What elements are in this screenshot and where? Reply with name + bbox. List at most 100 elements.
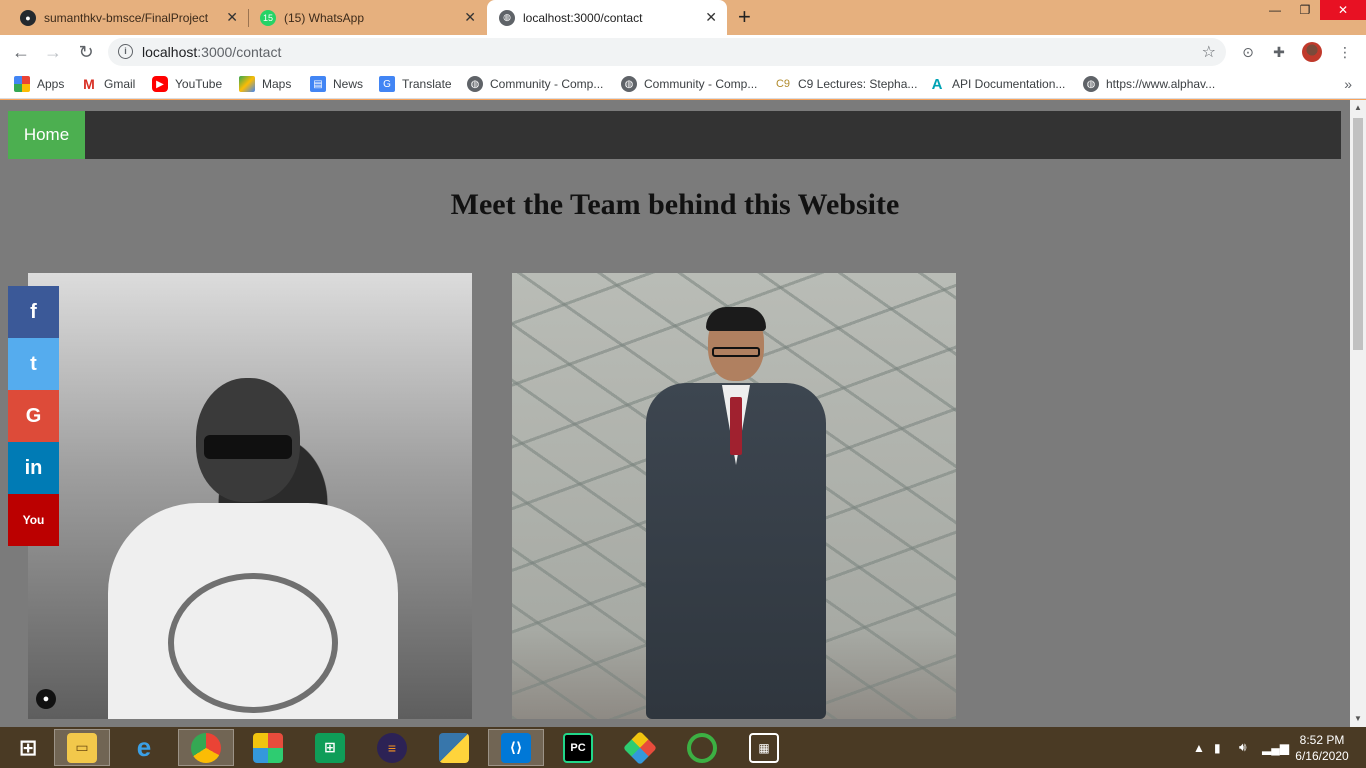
youtube-icon: ▶ [152, 76, 168, 92]
taskbar-git[interactable] [612, 729, 668, 766]
chevron-right-icon[interactable]: » [1344, 76, 1352, 92]
minimize-button[interactable]: — [1260, 0, 1290, 20]
close-tab-icon[interactable]: ✕ [226, 10, 238, 24]
globe-icon: ◍ [499, 9, 515, 26]
taskbar-clock[interactable]: 8:52 PM 6/16/2020 [1290, 732, 1354, 764]
tab-contact[interactable]: ◍ localhost:3000/contact ✕ [487, 0, 727, 35]
bookmark-community-1[interactable]: ◍ Community - Comp... [467, 69, 603, 99]
bookmark-api-docs[interactable]: A API Documentation... [929, 69, 1066, 99]
forward-icon[interactable]: → [41, 41, 65, 63]
tab-whatsapp[interactable]: 15 (15) WhatsApp ✕ [248, 0, 486, 35]
youtube-icon[interactable]: You [8, 494, 59, 546]
bookmark-c9-lectures[interactable]: C9 C9 Lectures: Stepha... [775, 69, 917, 99]
network-icon[interactable]: ▂▄▆ [1262, 727, 1289, 768]
tab-title: sumanthkv-bmsce/FinalProject [44, 10, 209, 25]
news-icon: ▤ [310, 76, 326, 92]
taskbar-file-explorer[interactable]: ▭ [54, 729, 110, 766]
social-sidebar: f t G in You [8, 286, 59, 546]
volume-icon[interactable]: 🔊︎ [1239, 727, 1247, 768]
close-tab-icon[interactable]: ✕ [705, 10, 717, 24]
site-navbar: Home [8, 111, 1341, 159]
bookmark-translate[interactable]: G Translate [379, 69, 452, 99]
bookmark-community-2[interactable]: ◍ Community - Comp... [621, 69, 757, 99]
office-icon [253, 732, 283, 763]
whatsapp-icon: 15 [260, 9, 276, 26]
internet-explorer-icon: e [136, 732, 152, 762]
bookmark-maps[interactable]: Maps [239, 69, 291, 99]
page-scrollbar[interactable]: ▲ ▼ [1350, 100, 1366, 727]
maps-icon [239, 76, 255, 92]
taskbar-chrome[interactable] [178, 729, 234, 766]
gmail-icon: M [83, 76, 95, 92]
bookmark-star-icon[interactable]: ☆ [1202, 42, 1216, 62]
bookmark-apps[interactable]: Apps [14, 69, 64, 99]
bookmark-gmail[interactable]: M Gmail [81, 69, 135, 99]
browser-toolbar: ← → ↻ i localhost:3000/contact ☆ ⊙ ✚ ⋮ [0, 35, 1366, 69]
scroll-thumb[interactable] [1353, 118, 1363, 350]
user-icon[interactable]: ● [36, 689, 56, 709]
url-text[interactable]: localhost:3000/contact [142, 38, 281, 66]
taskbar-office[interactable] [240, 729, 296, 766]
globe-icon: ◍ [621, 76, 637, 92]
tray-expand-icon[interactable]: ▲ [1193, 727, 1205, 768]
bookmarks-bar: Apps M Gmail ▶ YouTube Maps ▤ News G Transla… [0, 69, 1366, 99]
tab-title: (15) WhatsApp [284, 10, 365, 25]
page-title: Meet the Team behind this Website [450, 188, 900, 221]
google-icon[interactable]: G [8, 390, 59, 442]
photo-subject-glasses [712, 347, 760, 357]
clock-date: 6/16/2020 [1295, 749, 1349, 763]
bookmark-alphav[interactable]: ◍ https://www.alphav... [1083, 69, 1215, 99]
chrome-icon [191, 732, 221, 763]
globe-icon: ◍ [1083, 76, 1099, 92]
taskbar-store[interactable]: ⊞ [302, 729, 358, 766]
avatar[interactable] [1302, 42, 1322, 62]
taskbar-python[interactable] [426, 729, 482, 766]
scroll-down-icon[interactable]: ▼ [1350, 711, 1366, 727]
vscode-icon: ⟨⟩ [501, 732, 531, 763]
github-icon: ● [20, 9, 36, 26]
windows-taskbar: ⊞ ▭ e ⊞ ≡ ⟨⟩ PC ▦ ▲ ▮ 🔊︎ ▂▄▆ 8:52 PM 6/1… [0, 727, 1366, 768]
eclipse-icon: ≡ [377, 732, 407, 763]
restore-button[interactable]: ❐ [1290, 0, 1320, 20]
home-link[interactable]: Home [8, 111, 85, 159]
store-icon: ⊞ [315, 732, 345, 763]
taskbar-calculator[interactable]: ▦ [736, 729, 792, 766]
tab-github[interactable]: ● sumanthkv-bmsce/FinalProject ✕ [8, 0, 248, 35]
bookmark-news[interactable]: ▤ News [310, 69, 363, 99]
extension-code-icon[interactable]: ⊙ [1239, 43, 1257, 61]
pycharm-icon: PC [563, 732, 593, 763]
taskbar-internet-explorer[interactable]: e [116, 729, 172, 766]
tab-title: localhost:3000/contact [523, 10, 643, 25]
python-icon [439, 732, 469, 763]
team-member-photo: ● [28, 273, 472, 719]
globe-icon: ◍ [467, 76, 483, 92]
battery-icon[interactable]: ▮ [1214, 727, 1221, 768]
extensions-puzzle-icon[interactable]: ✚ [1270, 43, 1288, 61]
bookmark-youtube[interactable]: ▶ YouTube [152, 69, 222, 99]
file-explorer-icon: ▭ [67, 732, 97, 763]
start-icon: ⊞ [18, 734, 38, 760]
photo-subject-print [168, 573, 338, 713]
address-bar[interactable]: i localhost:3000/contact ☆ [108, 38, 1226, 66]
facebook-icon[interactable]: f [8, 286, 59, 338]
scroll-up-icon[interactable]: ▲ [1350, 100, 1366, 116]
back-icon[interactable]: ← [9, 41, 33, 63]
photo-subject-tie [730, 397, 742, 455]
info-icon[interactable]: i [118, 44, 133, 59]
new-tab-button[interactable]: + [738, 6, 751, 28]
close-window-button[interactable]: ✕ [1320, 0, 1366, 20]
linkedin-icon[interactable]: in [8, 442, 59, 494]
taskbar-pycharm[interactable]: PC [550, 729, 606, 766]
taskbar-vscode[interactable]: ⟨⟩ [488, 729, 544, 766]
translate-icon: G [379, 76, 395, 92]
apps-grid-icon [14, 76, 30, 92]
taskbar-refresh-app[interactable] [674, 729, 730, 766]
menu-kebab-icon[interactable]: ⋮ [1336, 43, 1354, 61]
twitter-icon[interactable]: t [8, 338, 59, 390]
calculator-icon: ▦ [749, 732, 779, 763]
start-button[interactable]: ⊞ [0, 729, 56, 766]
tab-strip: ● sumanthkv-bmsce/FinalProject ✕ 15 (15)… [0, 0, 1366, 35]
taskbar-eclipse[interactable]: ≡ [364, 729, 420, 766]
close-tab-icon[interactable]: ✕ [464, 10, 476, 24]
reload-icon[interactable]: ↻ [74, 41, 98, 63]
